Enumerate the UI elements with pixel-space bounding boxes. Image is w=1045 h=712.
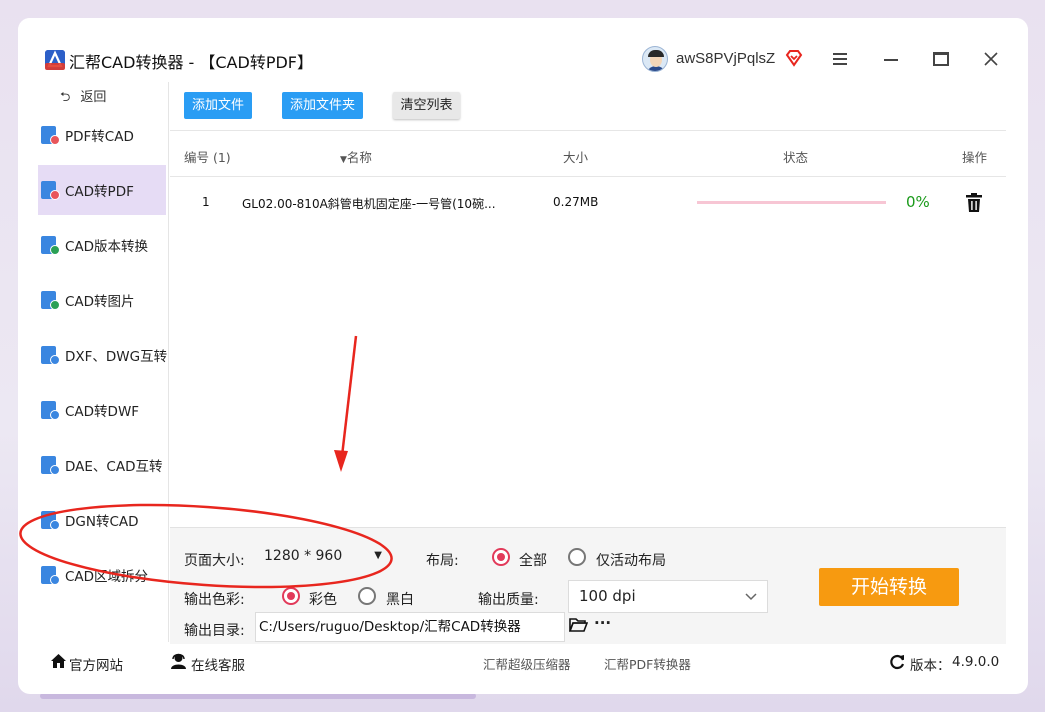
footer-link-compressor[interactable]: 汇帮超级压缩器 [483, 654, 571, 673]
app-window: 汇帮CAD转换器 - 【CAD转PDF】 awS8PVjPqlsZ ⮌ 返回 PD… [18, 18, 1028, 694]
sidebar-item-label: PDF转CAD [65, 129, 134, 145]
layout-all-radio[interactable] [492, 548, 510, 566]
sidebar-item-cad-to-dwf[interactable]: CAD转DWF [38, 385, 166, 435]
layout-label: 布局: [426, 553, 459, 569]
sidebar-item-label: CAD转PDF [65, 184, 134, 200]
footer-link-pdf-converter[interactable]: 汇帮PDF转换器 [604, 654, 691, 673]
user-avatar[interactable] [642, 46, 668, 72]
start-convert-button[interactable]: 开始转换 [819, 568, 959, 606]
sidebar-item-label: CAD版本转换 [65, 239, 149, 255]
sidebar-item-cad-version[interactable]: CAD版本转换 [38, 220, 166, 270]
trash-icon[interactable] [965, 193, 983, 213]
row-index: 1 [202, 195, 210, 209]
version-label: 版本： [910, 658, 951, 674]
color-color-radio[interactable] [282, 587, 300, 605]
sidebar-item-cad-split[interactable]: CAD区域拆分 [38, 550, 166, 600]
menu-icon[interactable] [833, 53, 847, 65]
output-dir-label: 输出目录: [184, 623, 245, 639]
back-button[interactable]: ⮌ 返回 [60, 86, 106, 110]
official-website-link[interactable]: 官方网站 [69, 654, 123, 674]
sidebar-item-label: CAD区域拆分 [65, 569, 149, 585]
quality-value: 100 dpi [579, 587, 636, 605]
sidebar-item-dae-cad[interactable]: DAE、CAD互转 [38, 440, 166, 490]
page-size-label: 页面大小: [184, 553, 245, 569]
refresh-icon[interactable] [889, 654, 906, 670]
sidebar-item-dxf-dwg[interactable]: DXF、DWG互转 [38, 330, 168, 380]
sort-down-icon: ▼ [340, 155, 347, 165]
cad-to-image-icon [41, 290, 60, 310]
sidebar-item-label: DGN转CAD [65, 514, 139, 530]
add-file-button[interactable]: 添加文件 [184, 92, 252, 119]
sidebar: ⮌ 返回 PDF转CAD CAD转PDF CAD版本转换 CAD转图片 DXF、D… [38, 82, 168, 642]
footer: 官方网站 在线客服 汇帮超级压缩器 汇帮PDF转换器 版本： 4.9.0.0 [38, 644, 1008, 684]
row-percent: 0% [906, 193, 930, 211]
sidebar-item-label: CAD转图片 [65, 294, 135, 310]
row-progress-bar [697, 201, 886, 204]
row-name: GL02.00-810A斜管电机固定座-一号管(10碗... [242, 197, 496, 211]
color-bw-radio[interactable] [358, 587, 376, 605]
cad-split-icon [41, 565, 60, 585]
cad-to-pdf-icon [41, 180, 60, 200]
dae-cad-icon [41, 455, 60, 475]
layout-active-only-label[interactable]: 仅活动布局 [596, 550, 666, 570]
sidebar-item-cad-to-pdf[interactable]: CAD转PDF [38, 165, 166, 215]
minimize-icon[interactable] [884, 59, 898, 61]
add-folder-button[interactable]: 添加文件夹 [282, 92, 363, 119]
sidebar-item-dgn-to-cad[interactable]: DGN转CAD [38, 495, 166, 545]
color-label: 输出色彩: [184, 592, 245, 608]
dxf-dwg-icon [41, 345, 60, 365]
color-bw-label[interactable]: 黑白 [386, 589, 414, 609]
more-options-button[interactable]: ··· [594, 614, 611, 632]
sidebar-item-cad-to-image[interactable]: CAD转图片 [38, 275, 166, 325]
header-name[interactable]: ▼名称 [340, 147, 372, 166]
dropdown-icon: ▼ [374, 550, 382, 561]
quality-select[interactable]: 100 dpi [568, 580, 768, 613]
header-index: 编号 (1) [184, 150, 231, 165]
sidebar-divider [168, 82, 169, 642]
header-size: 大小 [563, 150, 589, 165]
sidebar-item-label: CAD转DWF [65, 404, 140, 420]
back-arrow-icon: ⮌ [60, 90, 71, 105]
user-name[interactable]: awS8PVjPqlsZ [676, 50, 775, 67]
table-row[interactable]: 1 GL02.00-810A斜管电机固定座-一号管(10碗... 0.27MB … [170, 177, 1006, 229]
quality-label: 输出质量: [478, 592, 539, 608]
title-bar: 汇帮CAD转换器 - 【CAD转PDF】 awS8PVjPqlsZ [18, 18, 1028, 82]
sidebar-item-label: DXF、DWG互转 [65, 349, 168, 365]
file-table: 编号 (1) ▼名称 大小 状态 操作 1 GL02.00-810A斜管电机固定… [170, 130, 1006, 526]
header-action: 操作 [962, 150, 988, 165]
home-icon [51, 654, 66, 668]
app-logo-icon [45, 50, 65, 70]
table-header: 编号 (1) ▼名称 大小 状态 操作 [170, 131, 1006, 177]
page-size-value: 1280 * 960 [264, 548, 343, 564]
layout-all-label[interactable]: 全部 [519, 550, 547, 570]
window-title: 汇帮CAD转换器 - 【CAD转PDF】 [69, 53, 313, 72]
vip-diamond-icon[interactable] [785, 49, 803, 67]
folder-open-icon[interactable] [569, 617, 588, 633]
chevron-down-icon [745, 593, 757, 601]
output-dir-input[interactable]: C:/Users/ruguo/Desktop/汇帮CAD转换器 [255, 612, 565, 642]
maximize-icon[interactable] [933, 52, 949, 66]
clear-list-button[interactable]: 清空列表 [393, 92, 460, 119]
version-value: 4.9.0.0 [952, 654, 1000, 670]
customer-service-icon [171, 653, 186, 669]
sidebar-item-pdf-to-cad[interactable]: PDF转CAD [38, 110, 166, 160]
settings-panel: 页面大小: 1280 * 960 ▼ 布局: 全部 仅活动布局 输出色彩: 彩色… [170, 527, 1006, 644]
back-label: 返回 [80, 90, 107, 105]
header-name-label: 名称 [346, 150, 372, 165]
close-icon[interactable] [984, 52, 998, 66]
dgn-to-cad-icon [41, 510, 60, 530]
color-color-label[interactable]: 彩色 [309, 589, 337, 609]
sidebar-item-label: DAE、CAD互转 [65, 459, 163, 475]
row-size: 0.27MB [553, 195, 599, 209]
layout-active-only-radio[interactable] [568, 548, 586, 566]
cad-version-icon [41, 235, 60, 255]
online-support-link[interactable]: 在线客服 [191, 654, 245, 674]
pdf-to-cad-icon [41, 125, 60, 145]
header-status: 状态 [783, 150, 809, 165]
page-size-select[interactable]: 1280 * 960 ▼ [254, 542, 390, 572]
cad-to-dwf-icon [41, 400, 60, 420]
